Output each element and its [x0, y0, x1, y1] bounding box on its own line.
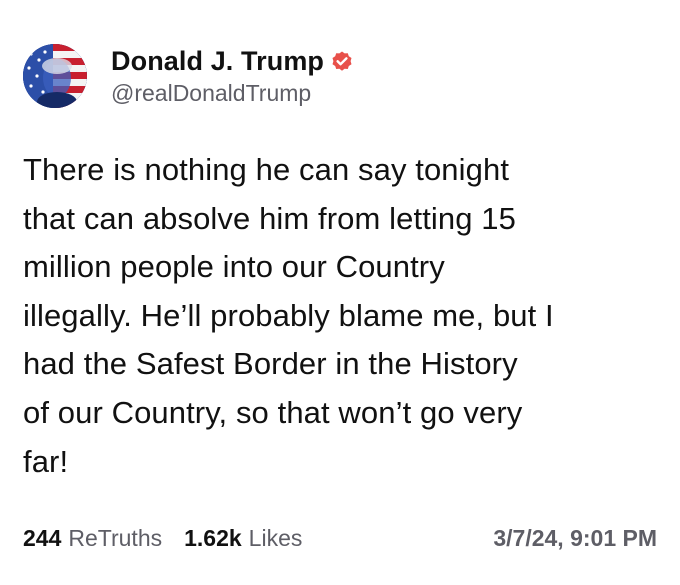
likes-count: 1.62k [184, 524, 242, 551]
name-row: Donald J. Trump [111, 46, 354, 78]
post-body-line: had the Safest Border in the History [23, 346, 518, 382]
truth-post: Donald J. Trump @realDonaldTrump There i… [0, 0, 680, 585]
avatar[interactable] [23, 44, 87, 108]
flag-portrait-icon [23, 44, 87, 108]
post-body-line: There is nothing he can say tonight [23, 152, 510, 187]
retruths-stat[interactable]: 244 ReTruths [23, 525, 162, 552]
verified-badge-icon [330, 50, 354, 74]
post-body-line: that can absolve him from letting 15 [23, 200, 516, 236]
likes-label: Likes [248, 524, 303, 551]
post-footer: 244 ReTruths 1.62k Likes 3/7/24, 9:01 PM [23, 521, 657, 555]
display-name[interactable]: Donald J. Trump [111, 46, 324, 77]
post-body-line: of our Country, so that won’t go very [23, 394, 523, 430]
retruths-label: ReTruths [68, 524, 163, 551]
post-header: Donald J. Trump @realDonaldTrump [23, 44, 354, 108]
post-body-line: far! [23, 443, 69, 479]
author-names: Donald J. Trump @realDonaldTrump [111, 46, 354, 107]
post-body-line: million people into our Country [23, 249, 445, 285]
likes-stat[interactable]: 1.62k Likes [184, 525, 302, 552]
post-body: There is nothing he can say tonight that… [23, 146, 663, 486]
author-handle[interactable]: @realDonaldTrump [111, 80, 354, 107]
post-body-line: illegally. He’ll probably blame me, but … [23, 297, 554, 333]
retruths-count: 244 [23, 524, 62, 551]
post-timestamp[interactable]: 3/7/24, 9:01 PM [493, 525, 657, 552]
